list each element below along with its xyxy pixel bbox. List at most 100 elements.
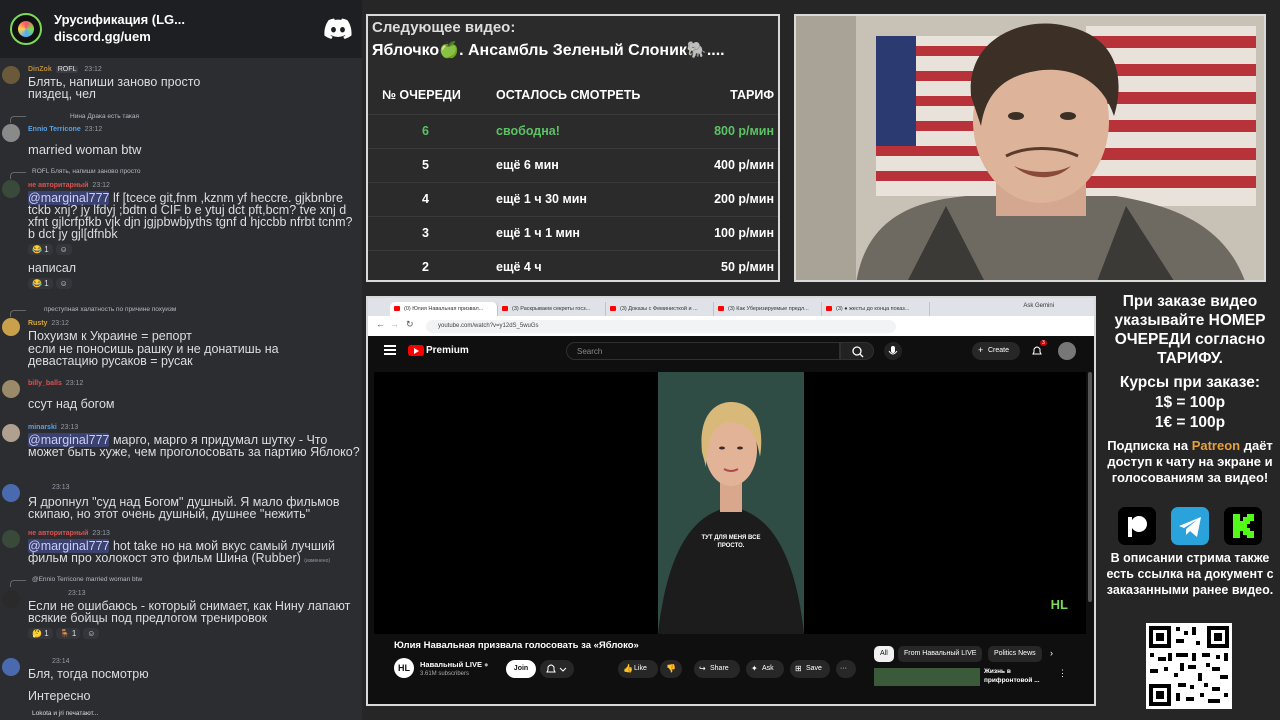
reply-preview[interactable]: @Ennio Terricone married woman btw xyxy=(32,576,142,583)
reaction-pill[interactable]: 😂 1 xyxy=(28,244,53,255)
chip-from-channel[interactable]: From Навальный LIVE xyxy=(898,646,983,662)
timestamp: 23:13 xyxy=(60,424,79,431)
recommended-thumbnail[interactable] xyxy=(874,668,980,686)
next-video-title: Яблочко🍏. Ансамбль Зеленый Слоник🐘.... xyxy=(372,42,725,59)
server-icon[interactable] xyxy=(10,13,42,45)
more-vert-icon[interactable]: ⋮ xyxy=(1058,668,1067,679)
avatar[interactable] xyxy=(2,380,20,398)
add-reaction-button[interactable]: ☺ xyxy=(83,628,100,639)
discord-icon xyxy=(324,18,352,39)
username[interactable]: minarski xyxy=(28,424,57,431)
queue-time-left: ещё 1 ч 1 мин xyxy=(496,226,580,240)
menu-icon[interactable] xyxy=(384,345,396,355)
video-player[interactable]: ТУТ ДЛЯ МЕНЯ ВСЕ ПРОСТО. HL xyxy=(374,372,1086,634)
avatar[interactable] xyxy=(2,658,20,676)
reload-icon[interactable]: ↻ xyxy=(406,319,414,330)
chevron-right-icon[interactable]: › xyxy=(1050,648,1053,658)
chip-politics-news[interactable]: Politics News xyxy=(988,646,1042,662)
timestamp: 23:14 xyxy=(52,658,70,665)
create-button[interactable]: + Create xyxy=(972,342,1020,360)
queue-number: 4 xyxy=(422,192,429,206)
browser-tab[interactable]: (3) ● жесты до конца показ... xyxy=(822,302,930,316)
avatar[interactable] xyxy=(2,484,20,502)
youtube-logo-icon[interactable] xyxy=(408,345,424,356)
reaction-pill[interactable]: 🤔 1 xyxy=(28,628,53,639)
avatar[interactable] xyxy=(2,530,20,548)
queue-table: Следующее видео: Яблочко🍏. Ансамбль Зеле… xyxy=(366,14,780,282)
dislike-button[interactable]: 👎 xyxy=(660,660,682,678)
stream-layout: Урусификация (LG... discord.gg/uem DinZo… xyxy=(0,0,1280,720)
share-button[interactable]: ↪ Share xyxy=(694,660,740,678)
like-button[interactable]: 👍 Like xyxy=(618,660,658,678)
avatar[interactable] xyxy=(2,124,20,142)
forward-icon[interactable]: → xyxy=(390,319,399,329)
queue-number: 2 xyxy=(422,260,429,274)
chip-all[interactable]: All xyxy=(874,646,894,662)
avatar[interactable] xyxy=(2,424,20,442)
server-title: Урусификация (LG... xyxy=(54,12,185,27)
video-image xyxy=(658,372,804,634)
queue-number: 3 xyxy=(422,226,429,240)
scrollbar[interactable] xyxy=(1088,372,1092,602)
browser-tab[interactable]: (0) Юлия Навальная призвал... xyxy=(390,302,498,316)
patreon-link[interactable]: Patreon xyxy=(1192,438,1240,453)
browser-tab[interactable]: (3) Как Уберизируемые предл... xyxy=(714,302,822,316)
ask-button[interactable]: ✦ Ask xyxy=(746,660,784,678)
sparkle-icon: ✦ xyxy=(751,664,758,673)
avatar[interactable] xyxy=(2,66,20,84)
kick-icon[interactable] xyxy=(1224,507,1262,545)
account-avatar[interactable] xyxy=(1058,342,1076,360)
reply-preview[interactable]: Нина Драка есть такая xyxy=(70,113,139,120)
browser-tab[interactable]: (3) Раскрываем секреты госз... xyxy=(498,302,606,316)
queue-rate: 100 р/мин xyxy=(714,226,774,240)
typing-indicator: Lokota и jri печатают... xyxy=(32,710,99,717)
ask-gemini-button[interactable]: Ask Gemini xyxy=(1023,303,1054,309)
youtube-premium-label: Premium xyxy=(426,345,469,356)
queue-time-left: ещё 1 ч 30 мин xyxy=(496,192,587,206)
patreon-icon[interactable] xyxy=(1118,507,1156,545)
join-button[interactable]: Join xyxy=(506,660,536,678)
more-actions-button[interactable]: ··· xyxy=(836,660,856,678)
webcam-image xyxy=(796,16,1264,280)
search-input[interactable]: Search xyxy=(566,342,840,360)
channel-name[interactable]: Навальный LIVE ● xyxy=(420,660,489,669)
username[interactable]: не авторитарный xyxy=(28,182,88,189)
save-button[interactable]: ⊞ Save xyxy=(790,660,830,678)
qr-code[interactable] xyxy=(1146,623,1232,709)
channel-avatar[interactable]: HL xyxy=(394,658,414,678)
queue-rate: 800 р/мин xyxy=(714,124,774,138)
avatar[interactable] xyxy=(2,590,20,608)
reaction-pill[interactable]: 🪑 1 xyxy=(55,628,81,639)
mic-button[interactable] xyxy=(884,342,902,360)
reaction-pill[interactable]: 😂 1 xyxy=(28,278,53,289)
timestamp: 23:12 xyxy=(84,66,102,73)
reply-preview[interactable]: ROFL Блять, напиши заново просто xyxy=(32,168,141,175)
username[interactable]: billy_balls xyxy=(28,380,62,387)
username[interactable]: Rusty xyxy=(28,320,47,327)
avatar[interactable] xyxy=(2,180,20,198)
url-field[interactable]: youtube.com/watch?v=y12dS_5wuGs xyxy=(426,319,896,333)
add-reaction-button[interactable]: ☺ xyxy=(55,278,72,289)
avatar[interactable] xyxy=(2,318,20,336)
queue-rate: 200 р/мин xyxy=(714,192,774,206)
tab-bar: (0) Юлия Навальная призвал... (3) Раскры… xyxy=(368,298,1094,316)
username[interactable]: не авторитарный xyxy=(28,530,88,537)
queue-row: 2 ещё 4 ч 50 р/мин xyxy=(368,250,778,284)
search-icon xyxy=(852,346,864,358)
recommended-title[interactable]: Жизнь в прифронтовой ... xyxy=(984,667,1044,685)
search-button[interactable] xyxy=(840,342,874,360)
timestamp: 23:12 xyxy=(84,126,103,133)
message-text: married woman btw xyxy=(28,142,142,157)
timestamp: 23:13 xyxy=(92,530,110,537)
browser-tab[interactable]: (3) Доказы с Феминисткой и ... xyxy=(606,302,714,316)
timestamp: 23:13 xyxy=(68,590,86,597)
add-reaction-button[interactable]: ☺ xyxy=(55,244,72,255)
username[interactable]: Ennio Terricone xyxy=(28,126,81,133)
subscribe-bell-button[interactable] xyxy=(540,660,574,678)
server-invite[interactable]: discord.gg/uem xyxy=(54,28,324,46)
back-icon[interactable]: ← xyxy=(376,319,385,329)
username[interactable]: DinZok xyxy=(28,66,52,73)
channel-watermark: HL xyxy=(1050,597,1068,612)
telegram-icon[interactable] xyxy=(1171,507,1209,545)
reply-preview[interactable]: преступная халатность по причине похуизм xyxy=(44,306,176,313)
